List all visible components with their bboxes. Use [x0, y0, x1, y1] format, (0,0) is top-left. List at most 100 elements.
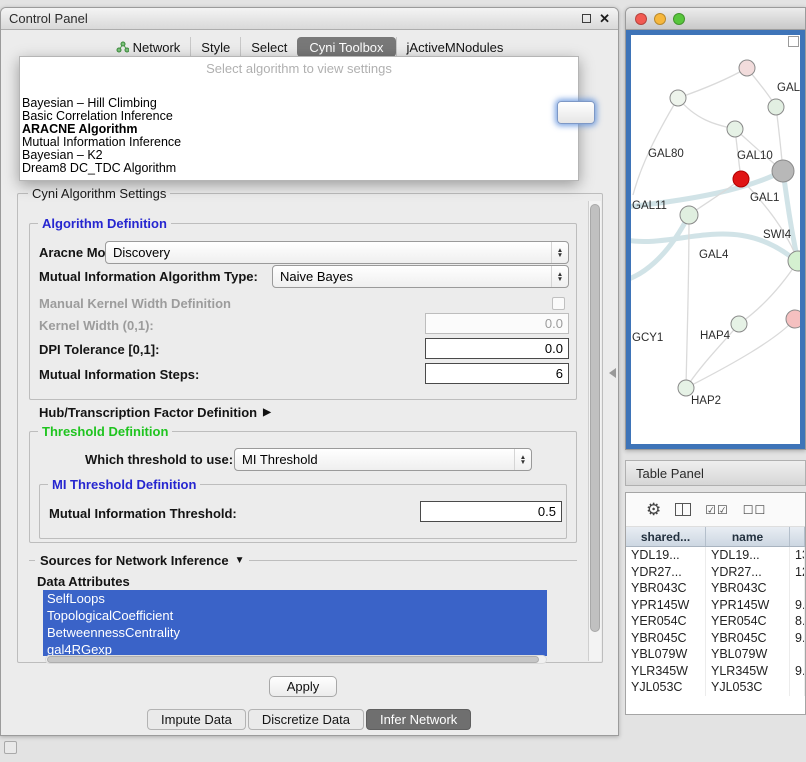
table-body: YDL19...YDL19...13 YDR27...YDR27...12 YB… — [626, 547, 805, 696]
algorithm-prompt: Select algorithm to view settings — [20, 61, 578, 77]
which-threshold-select[interactable]: MI Threshold ▲▼ — [234, 448, 532, 471]
select-all-checks-icon[interactable]: ☑☑ — [705, 503, 729, 517]
tab-impute-data[interactable]: Impute Data — [147, 709, 246, 730]
table-row[interactable]: YDR27...YDR27...12 — [626, 564, 805, 581]
dpi-tolerance-label: DPI Tolerance [0,1]: — [39, 342, 159, 357]
algorithm-definition-title: Algorithm Definition — [38, 216, 171, 231]
columns-icon[interactable] — [675, 503, 691, 516]
table-panel-window: ⚙ ☑☑ ☐☐ shared... name YDL19...YDL19...1… — [625, 492, 806, 715]
mi-threshold-field[interactable]: 0.5 — [420, 501, 562, 522]
data-attributes-label: Data Attributes — [37, 574, 130, 589]
node[interactable] — [727, 121, 743, 137]
hub-definition-expander[interactable]: Hub/Transcription Factor Definition ▶ — [39, 405, 271, 420]
list-item[interactable]: BetweennessCentrality — [43, 624, 547, 641]
mi-type-label: Mutual Information Algorithm Type: — [39, 269, 258, 284]
table-row[interactable]: YLR345WYLR345W9. — [626, 663, 805, 680]
node-label: GAL11 — [632, 200, 667, 212]
which-threshold-label: Which threshold to use: — [85, 452, 233, 467]
list-hscrollbar-thumb[interactable] — [47, 656, 539, 663]
node-label: GAL80 — [648, 148, 684, 160]
data-attributes-list: SelfLoops TopologicalCoefficient Between… — [43, 590, 547, 656]
apply-button[interactable]: Apply — [269, 676, 337, 697]
birdseye-widget-icon[interactable] — [788, 36, 799, 47]
table-row[interactable]: YDL19...YDL19...13 — [626, 547, 805, 564]
tab-style[interactable]: Style — [190, 37, 240, 57]
node-label: GAL — [777, 82, 801, 94]
bottom-left-panel-icon[interactable] — [4, 741, 17, 754]
network-window-titlebar — [626, 8, 805, 30]
kernel-width-label: Kernel Width (0,1): — [39, 318, 154, 333]
node[interactable] — [768, 99, 784, 115]
column-header-name[interactable]: name — [706, 527, 790, 546]
list-item[interactable]: SelfLoops — [43, 590, 547, 607]
minimize-traffic-light[interactable] — [654, 13, 666, 25]
which-threshold-value: MI Threshold — [242, 452, 318, 467]
node-pink[interactable] — [786, 310, 802, 328]
column-header-cut[interactable] — [790, 527, 805, 546]
mi-type-value: Naive Bayes — [280, 269, 353, 284]
column-header-shared-name[interactable]: shared... — [626, 527, 706, 546]
tab-jactivemnodules[interactable]: jActiveMNodules — [396, 37, 514, 57]
network-view-window: GAL GAL80 GAL10 GAL11 GAL1 SWI4 GAL4 GCY… — [625, 7, 806, 450]
tab-network[interactable]: Network — [106, 37, 191, 57]
algorithm-option[interactable]: Dream8 DC_TDC Algorithm — [20, 162, 578, 175]
sources-collapser[interactable]: Sources for Network Inference ▼ — [35, 553, 249, 568]
tab-select[interactable]: Select — [240, 37, 297, 57]
node[interactable] — [670, 90, 686, 106]
table-row[interactable]: YJL053CYJL053C — [626, 679, 805, 696]
expander-down-icon: ▼ — [235, 555, 245, 566]
list-hscrollbar[interactable] — [45, 655, 547, 664]
mi-threshold-label: Mutual Information Threshold: — [49, 506, 237, 521]
manual-kernel-label: Manual Kernel Width Definition — [39, 296, 231, 311]
deselect-all-checks-icon[interactable]: ☐☐ — [743, 503, 767, 517]
dpi-tolerance-field[interactable]: 0.0 — [425, 338, 569, 359]
settings-vscrollbar[interactable] — [588, 201, 601, 661]
aracne-mode-select[interactable]: Discovery ▲▼ — [105, 241, 569, 264]
node-label: GAL1 — [750, 192, 779, 204]
close-icon[interactable]: ✕ — [599, 14, 610, 24]
table-row[interactable]: YER054CYER054C8. — [626, 613, 805, 630]
gear-icon[interactable]: ⚙ — [646, 500, 661, 520]
node-label: HAP4 — [700, 330, 731, 342]
node-label: GAL10 — [737, 150, 773, 162]
close-traffic-light[interactable] — [635, 13, 647, 25]
mi-type-select[interactable]: Naive Bayes ▲▼ — [272, 265, 569, 288]
node-label: HAP2 — [691, 395, 721, 407]
network-thick-edges — [631, 171, 802, 280]
tab-infer-network[interactable]: Infer Network — [366, 709, 471, 730]
zoom-traffic-light[interactable] — [673, 13, 685, 25]
settings-vscrollbar-thumb[interactable] — [590, 204, 600, 632]
network-tab-icon — [116, 41, 129, 53]
combo-arrows-icon: ▲▼ — [551, 242, 568, 263]
table-row[interactable]: YPR145WYPR145W9. — [626, 597, 805, 614]
combo-arrows-icon: ▲▼ — [514, 449, 531, 470]
table-row[interactable]: YBR043CYBR043C — [626, 580, 805, 597]
node-label: GCY1 — [632, 332, 663, 344]
table-row[interactable]: YBL079WYBL079W — [626, 646, 805, 663]
node-hap4[interactable] — [731, 316, 747, 332]
network-graph[interactable]: GAL GAL80 GAL10 GAL11 GAL1 SWI4 GAL4 GCY… — [631, 35, 802, 446]
node-gal1[interactable] — [680, 206, 698, 224]
node-label: GAL4 — [699, 249, 729, 261]
kernel-width-field[interactable]: 0.0 — [425, 313, 569, 334]
control-panel-title: Control Panel — [9, 11, 88, 26]
tab-cyni-toolbox[interactable]: Cyni Toolbox — [297, 37, 395, 57]
mi-steps-field[interactable]: 6 — [425, 363, 569, 384]
aracne-mode-value: Discovery — [113, 245, 170, 260]
node-gal10[interactable] — [772, 160, 794, 182]
splitter-collapse-arrow[interactable] — [609, 368, 616, 378]
table-toolbar: ⚙ ☑☑ ☐☐ — [626, 493, 805, 527]
float-panel-icon[interactable] — [582, 14, 591, 23]
table-row[interactable]: YBR045CYBR045C9. — [626, 630, 805, 647]
focused-combo-fragment[interactable] — [557, 101, 595, 124]
mi-threshold-group-title: MI Threshold Definition — [48, 477, 200, 492]
node[interactable] — [678, 380, 694, 396]
node[interactable] — [739, 60, 755, 76]
node-red[interactable] — [733, 171, 749, 187]
algorithm-option[interactable]: Mutual Information Inference — [20, 136, 578, 149]
table-header-row: shared... name — [626, 527, 805, 547]
list-item[interactable]: gal4RGexp — [43, 641, 547, 656]
list-item[interactable]: TopologicalCoefficient — [43, 607, 547, 624]
manual-kernel-checkbox[interactable] — [552, 297, 565, 310]
tab-discretize-data[interactable]: Discretize Data — [248, 709, 364, 730]
